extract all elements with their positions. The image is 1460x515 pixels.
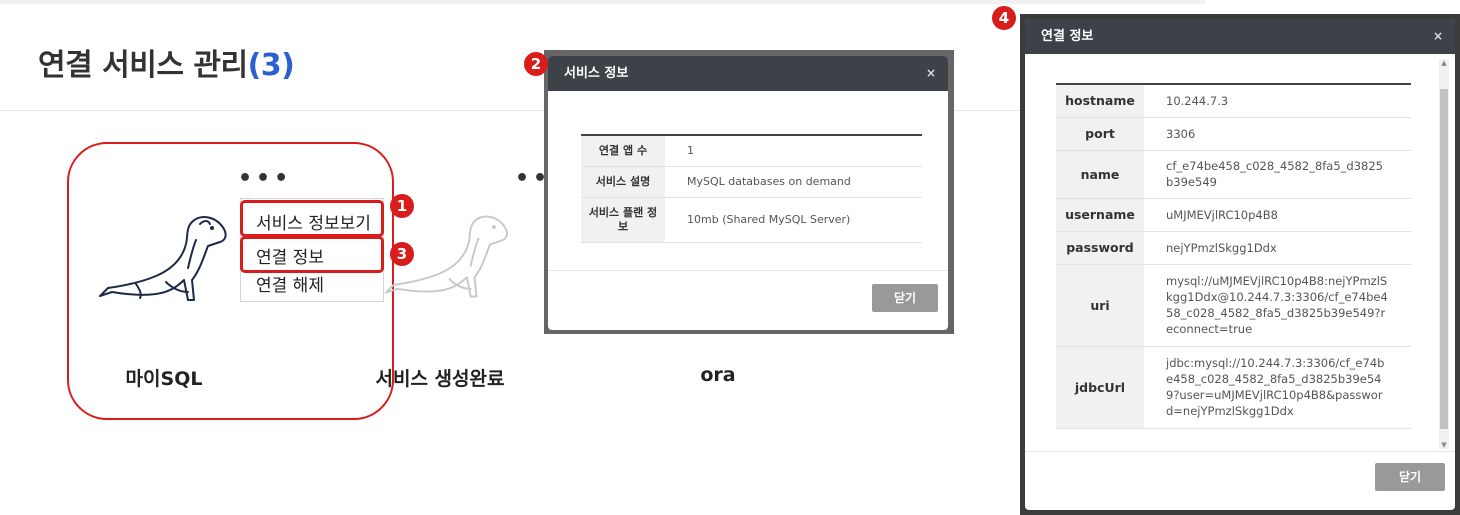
close-button[interactable]: 닫기 — [872, 284, 938, 312]
row-value: 3306 — [1144, 117, 1411, 151]
row-value: cf_e74be458_c028_4582_8fa5_d3825b39e549 — [1144, 150, 1411, 199]
row-value: jdbc:mysql://10.244.7.3:3306/cf_e74be458… — [1144, 346, 1411, 429]
scroll-up-icon[interactable]: ▲ — [1439, 59, 1449, 67]
close-icon[interactable]: × — [1433, 19, 1443, 54]
modal-title: 연결 정보 — [1041, 29, 1094, 44]
table-row: 연결 앱 수 1 — [581, 135, 922, 167]
row-label: password — [1056, 231, 1144, 265]
table-row: username uMJMEVjlRC10p4B8 — [1056, 198, 1411, 232]
row-label: hostname — [1056, 84, 1144, 118]
scroll-thumb[interactable] — [1440, 89, 1448, 429]
modal-scrollbar[interactable]: ▲ ▼ — [1439, 59, 1449, 449]
card-name-service[interactable]: 서비스 생성완료 — [360, 364, 520, 391]
row-label: 서비스 설명 — [581, 166, 665, 198]
table-row: 서비스 설명 MySQL databases on demand — [581, 166, 922, 198]
table-row: password nejYPmzlSkgg1Ddx — [1056, 231, 1411, 265]
card-menu-button[interactable]: ••• — [238, 168, 292, 190]
row-label: 서비스 플랜 정보 — [581, 197, 665, 243]
step-marker-4: 4 — [992, 6, 1016, 30]
service-info-table: 연결 앱 수 1 서비스 설명 MySQL databases on deman… — [581, 134, 922, 243]
row-label: username — [1056, 198, 1144, 232]
page-title-text: 연결 서비스 관리 — [38, 48, 248, 83]
modal-title: 서비스 정보 — [564, 66, 629, 81]
connection-info-table: hostname 10.244.7.3 port 3306 name cf_e7… — [1056, 83, 1411, 429]
scroll-down-icon[interactable]: ▼ — [1439, 441, 1449, 449]
row-value: nejYPmzlSkgg1Ddx — [1144, 231, 1411, 265]
table-row: hostname 10.244.7.3 — [1056, 84, 1411, 118]
modal-header: 서비스 정보 × — [548, 56, 948, 91]
table-row: 서비스 플랜 정보 10mb (Shared MySQL Server) — [581, 197, 922, 243]
highlight-service-info — [240, 200, 384, 237]
table-row: port 3306 — [1056, 117, 1411, 151]
service-info-modal: 서비스 정보 × 연결 앱 수 1 서비스 설명 MySQL databases… — [544, 50, 954, 334]
row-value: MySQL databases on demand — [665, 166, 922, 198]
page-title: 연결 서비스 관리(3) — [38, 40, 295, 84]
card-name-mysql[interactable]: 마이SQL — [100, 364, 228, 391]
footer-divider — [548, 270, 948, 271]
top-border — [0, 0, 1205, 4]
row-label: name — [1056, 150, 1144, 199]
card-name-ora[interactable]: ora — [680, 364, 756, 386]
close-icon[interactable]: × — [926, 56, 936, 91]
row-label: uri — [1056, 264, 1144, 347]
row-value: 10.244.7.3 — [1144, 84, 1411, 118]
seal-icon — [99, 216, 227, 301]
step-marker-2: 2 — [524, 52, 548, 76]
row-value: uMJMEVjlRC10p4B8 — [1144, 198, 1411, 232]
menu-item-disconnect[interactable]: 연결 해제 — [241, 271, 383, 296]
row-label: jdbcUrl — [1056, 346, 1144, 429]
row-value: 10mb (Shared MySQL Server) — [665, 197, 922, 243]
footer-divider — [1025, 451, 1455, 452]
connection-info-modal: 연결 정보 × hostname 10.244.7.3 port 3306 na… — [1020, 14, 1460, 515]
table-row: jdbcUrl jdbc:mysql://10.244.7.3:3306/cf_… — [1056, 346, 1411, 429]
table-row: uri mysql://uMJMEVjlRC10p4B8:nejYPmzlSkg… — [1056, 264, 1411, 347]
seal-icon — [384, 215, 508, 298]
service-info-panel: 서비스 정보 × 연결 앱 수 1 서비스 설명 MySQL databases… — [548, 56, 948, 330]
row-value: mysql://uMJMEVjlRC10p4B8:nejYPmzlSkgg1Dd… — [1144, 264, 1411, 347]
service-count: (3) — [247, 48, 295, 83]
row-value: 1 — [665, 135, 922, 167]
close-button[interactable]: 닫기 — [1375, 463, 1445, 491]
modal-header: 연결 정보 × — [1025, 19, 1455, 54]
highlight-connection-info — [240, 236, 384, 273]
row-label: 연결 앱 수 — [581, 135, 665, 167]
row-label: port — [1056, 117, 1144, 151]
connection-info-panel: 연결 정보 × hostname 10.244.7.3 port 3306 na… — [1025, 19, 1455, 510]
table-row: name cf_e74be458_c028_4582_8fa5_d3825b39… — [1056, 150, 1411, 199]
